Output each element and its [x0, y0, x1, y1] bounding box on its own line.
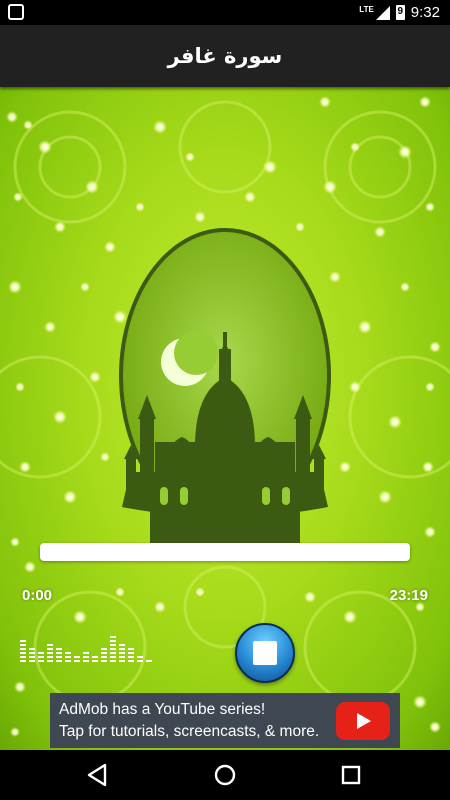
ad-banner[interactable]: AdMob has a YouTube series! Tap for tuto…: [50, 693, 400, 748]
recents-square-icon[interactable]: [338, 762, 364, 788]
page-title: سورة غافر: [167, 44, 283, 68]
current-time: 0:00: [22, 587, 53, 604]
youtube-play-icon[interactable]: [336, 702, 390, 740]
stop-button[interactable]: [235, 623, 295, 683]
mosque-medallion: [119, 228, 331, 552]
app-bar: سورة غافر: [0, 25, 450, 87]
status-bar: LTE 9 9:32: [0, 0, 450, 25]
status-time: 9:32: [410, 4, 440, 21]
battery-icon: 9: [395, 5, 405, 20]
network-type: LTE: [359, 5, 374, 14]
ad-headline: AdMob has a YouTube series!: [59, 701, 266, 718]
player-screen: 0:00 23:19 AdMob has a YouTube series! T…: [0, 87, 450, 750]
ad-description: Tap for tutorials, screencasts, & more.: [59, 723, 320, 740]
total-time: 23:19: [389, 587, 428, 604]
home-circle-icon[interactable]: [212, 762, 238, 788]
equalizer-icon: [20, 636, 152, 662]
battery-level: 9: [397, 6, 404, 17]
signal-icon: [375, 5, 390, 20]
progress-bar[interactable]: [40, 543, 410, 561]
notification-square-icon: [8, 4, 24, 20]
stop-icon: [253, 641, 277, 665]
navigation-bar: [0, 750, 450, 800]
back-triangle-icon[interactable]: [85, 762, 111, 788]
